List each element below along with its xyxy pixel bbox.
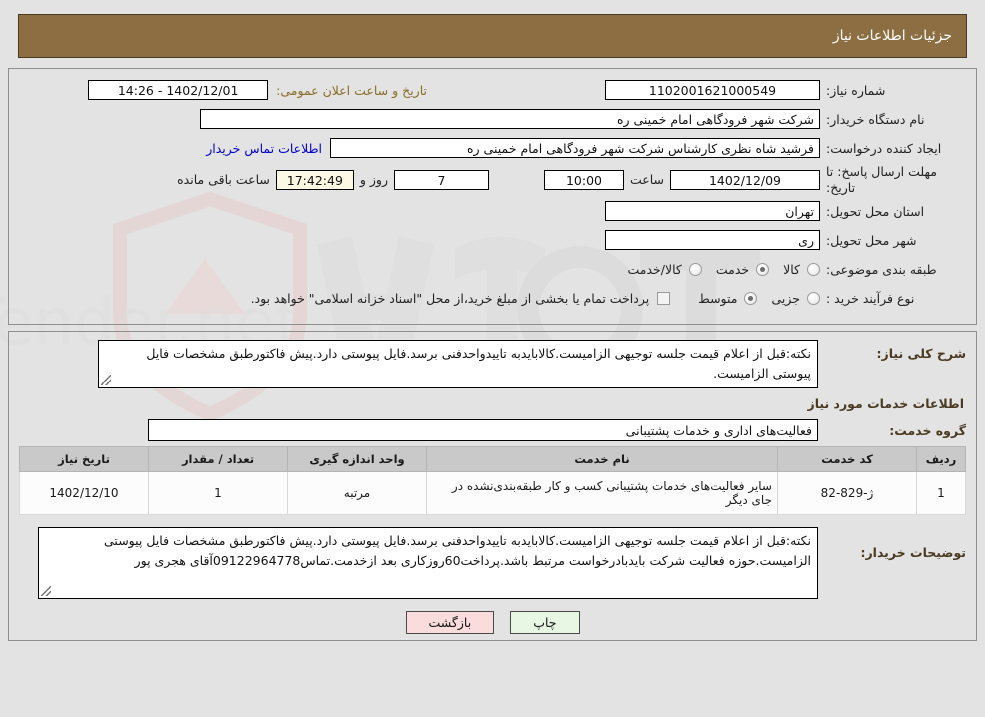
buyer-notes-label: توضیحات خریدار: (860, 545, 966, 561)
col-unit: واحد اندازه گیری (287, 446, 427, 473)
radio-category-kala-label: کالا (783, 261, 800, 277)
service-group-row: گروه خدمت: فعالیت‌های اداری و خدمات پشتی… (19, 417, 966, 443)
page-root: AriaTender.net جزئیات اطلاعات نیاز شماره… (0, 14, 985, 717)
radio-category-kala[interactable] (807, 262, 820, 276)
radio-category-kala-khedmat[interactable] (688, 262, 702, 276)
cell-code: ژ-829-82 (777, 471, 917, 516)
creator-row: ایجاد کننده درخواست: فرشید شاه نظری کارش… (19, 135, 966, 161)
col-qty: تعداد / مقدار (148, 446, 288, 473)
countdown-timer: 17:42:49 (275, 169, 354, 190)
payment-note-checkbox[interactable] (657, 291, 671, 305)
time-label: ساعت (629, 172, 664, 188)
radio-category-khedmat[interactable] (756, 262, 770, 276)
countdown-label: ساعت باقی مانده (177, 172, 270, 188)
remaining-days-label: روز و (359, 172, 388, 188)
radio-process-motevaset-label: متوسط (698, 290, 738, 306)
col-radif: ردیف (916, 446, 966, 473)
cell-name: سایر فعالیت‌های خدمات پشتیبانی کسب و کار… (426, 471, 778, 516)
footer-button-bar: چاپ بازگشت (19, 611, 966, 635)
description-row: شرح کلی نیاز: نکته:قبل از اعلام قیمت جلس… (19, 340, 966, 389)
process-label: نوع فرآیند خرید : (826, 290, 915, 306)
col-code: کد خدمت (777, 446, 917, 473)
cell-radif: 1 (916, 471, 966, 516)
buyer-notes-textarea[interactable]: نکته:قبل از اعلام قیمت جلسه توجیهی الزام… (38, 527, 818, 600)
buyer-notes-row: توضیحات خریدار: نکته:قبل از اعلام قیمت ج… (19, 527, 966, 600)
deadline-time: 10:00 (543, 169, 624, 190)
radio-process-motevaset[interactable] (744, 291, 758, 305)
buyer-org-value: شرکت شهر فرودگاهی امام خمینی ره (200, 109, 820, 129)
creator-label: ایجاد کننده درخواست: (826, 140, 942, 156)
need-number-label: شماره نیاز: (826, 82, 886, 98)
radio-process-jozei-label: جزیی (771, 290, 800, 306)
province-value: تهران (605, 201, 820, 222)
cell-unit: مرتبه (287, 471, 427, 516)
col-date: تاریخ نیاز (19, 446, 149, 473)
buyer-contact-link[interactable]: اطلاعات تماس خریدار (198, 141, 330, 156)
cell-date: 1402/12/10 (19, 471, 149, 516)
city-label: شهر محل تحویل: (826, 232, 917, 248)
radio-category-khedmat-label: خدمت (715, 261, 750, 277)
process-radio-group: جزیی متوسط (688, 291, 820, 306)
summary-panel: شماره نیاز: 1102001621000549 تاریخ و ساع… (8, 68, 977, 326)
back-button[interactable]: بازگشت (405, 611, 495, 635)
cell-qty: 1 (148, 471, 288, 516)
announce-value: 1402/12/01 - 14:26 (88, 80, 269, 100)
col-name: نام خدمت (426, 446, 778, 473)
category-row: طبقه بندی موضوعی: کالا خدمت کالا/خدمت (19, 256, 966, 282)
need-number-value: 1102001621000549 (605, 80, 820, 100)
service-group-label: گروه خدمت: (889, 422, 966, 438)
category-label: طبقه بندی موضوعی: (826, 261, 937, 277)
need-number-row: شماره نیاز: 1102001621000549 تاریخ و ساع… (19, 77, 966, 103)
services-section-title: اطلاعات خدمات مورد نیاز (807, 396, 965, 412)
buyer-org-row: نام دستگاه خریدار: شرکت شهر فرودگاهی اما… (19, 106, 966, 132)
remaining-days-value: 7 (393, 169, 489, 190)
category-radio-group: کالا خدمت کالا/خدمت (617, 262, 820, 277)
table-header-row: ردیف کد خدمت نام خدمت واحد اندازه گیری ت… (19, 446, 966, 473)
deadline-label: مهلت ارسال پاسخ: تا تاریخ: (826, 164, 937, 195)
city-value: ری (605, 230, 820, 251)
province-label: استان محل تحویل: (826, 203, 925, 219)
page-title: جزئیات اطلاعات نیاز (832, 28, 952, 44)
deadline-date: 1402/12/09 (670, 169, 820, 190)
table-row: 1 ژ-829-82 سایر فعالیت‌های خدمات پشتیبان… (19, 471, 966, 516)
announce-label: تاریخ و ساعت اعلان عمومی: (276, 82, 427, 98)
city-row: شهر محل تحویل: ری (19, 227, 966, 253)
description-textarea[interactable]: نکته:قبل از اعلام قیمت جلسه توجیهی الزام… (98, 340, 818, 389)
buyer-org-label: نام دستگاه خریدار: (826, 111, 925, 127)
service-group-value: فعالیت‌های اداری و خدمات پشتیبانی (148, 419, 818, 442)
print-button[interactable]: چاپ (510, 611, 580, 635)
page-header: جزئیات اطلاعات نیاز (18, 14, 967, 58)
radio-process-jozei[interactable] (807, 291, 820, 305)
process-row: نوع فرآیند خرید : جزیی متوسط پرداخت تمام… (19, 285, 966, 311)
province-row: استان محل تحویل: تهران (19, 198, 966, 224)
details-panel: شرح کلی نیاز: نکته:قبل از اعلام قیمت جلس… (8, 331, 977, 642)
radio-category-kala-khedmat-label: کالا/خدمت (627, 261, 682, 277)
description-label: شرح کلی نیاز: (876, 346, 966, 362)
creator-value: فرشید شاه نظری کارشناس شرکت شهر فرودگاهی… (330, 138, 820, 158)
payment-note-text: پرداخت تمام یا بخشی از مبلغ خرید،از محل … (250, 290, 650, 306)
deadline-row: مهلت ارسال پاسخ: تا تاریخ: 1402/12/09 سا… (19, 164, 966, 195)
services-table: ردیف کد خدمت نام خدمت واحد اندازه گیری ت… (19, 446, 966, 516)
